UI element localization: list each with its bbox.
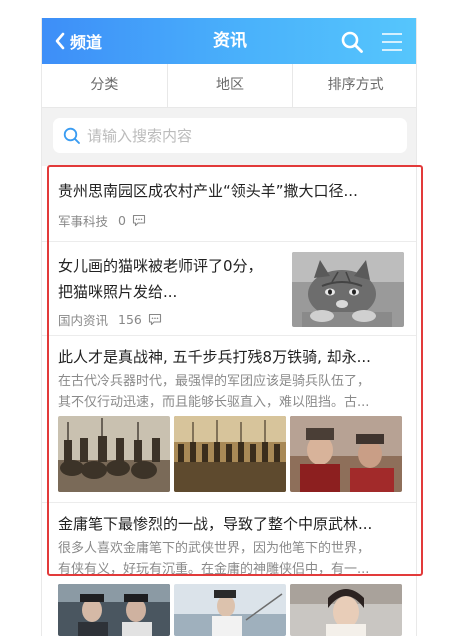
comment-count: 0 — [118, 212, 126, 228]
news-source: 国内资讯 — [58, 312, 109, 328]
news-summary-line: 有侠有义，好玩有沉重。在金庸的神雕侠侣中，有一... — [58, 562, 370, 577]
menu-icon — [382, 33, 402, 51]
news-title: 金庸笔下最惨烈的一战，导致了整个中原武林... — [58, 515, 373, 533]
swordsman-photo — [174, 584, 286, 636]
cat-photo — [292, 252, 404, 327]
filter-bar: 分类 地区 排序方式 — [42, 64, 416, 108]
news-feed: 贵州思南园区成农村产业“领头羊”撒大口径... 军事科技 0 女儿画的猫咪被老师… — [42, 166, 416, 636]
search-icon — [341, 31, 363, 53]
filter-category[interactable]: 分类 — [42, 64, 168, 107]
search-icon — [63, 127, 80, 144]
news-summary-line: 其不仅行动迅速，而且能够长驱直入，难以阻挡。古... — [58, 395, 370, 410]
comment-count: 156 — [118, 311, 142, 327]
news-title: 此人才是真战神, 五千步兵打残8万铁骑, 却永... — [58, 348, 371, 366]
comment-icon — [132, 214, 146, 226]
search-button[interactable] — [340, 30, 364, 54]
search-input[interactable] — [87, 126, 387, 145]
army-photo — [174, 416, 286, 492]
top-bar: 频道 资讯 — [42, 18, 416, 64]
news-item[interactable]: 金庸笔下最惨烈的一战，导致了整个中原武林... 很多人喜欢金庸笔下的武侠世界，因… — [42, 503, 416, 636]
cavalry-photo — [58, 416, 170, 492]
actress-photo — [290, 584, 402, 636]
phone-screen: 频道 资讯 分类 地区 排序方式 请输入搜索内容 贵州思南园区成农村产业“领头羊… — [41, 18, 417, 636]
filter-sort[interactable]: 排序方式 — [293, 64, 416, 107]
chevron-left-icon — [55, 32, 65, 50]
comment-icon — [148, 313, 161, 325]
news-meta: 军事科技 0 — [58, 210, 146, 230]
news-meta: 国内资讯 156 — [58, 309, 162, 329]
search-box[interactable] — [53, 118, 407, 153]
news-summary-line: 在古代冷兵器时代，最强悍的军团应该是骑兵队伍了， — [58, 374, 371, 389]
warrior-photo — [290, 416, 402, 492]
news-item[interactable]: 此人才是真战神, 五千步兵打残8万铁骑, 却永... 在古代冷兵器时代，最强悍的… — [42, 336, 416, 503]
filter-region[interactable]: 地区 — [168, 64, 294, 107]
search-area — [42, 108, 416, 166]
news-item[interactable]: 贵州思南园区成农村产业“领头羊”撒大口径... 军事科技 0 — [42, 166, 416, 242]
news-title: 贵州思南园区成农村产业“领头羊”撒大口径... — [58, 182, 358, 200]
back-label: 频道 — [70, 33, 103, 52]
wuxia-photo — [58, 584, 170, 636]
news-item[interactable]: 女儿画的猫咪被老师评了0分， 把猫咪照片发给... 国内资讯 156 — [42, 242, 416, 336]
news-title-line: 把猫咪照片发给... — [58, 283, 178, 301]
news-title-line: 女儿画的猫咪被老师评了0分， — [58, 257, 263, 275]
menu-button[interactable] — [380, 31, 404, 53]
news-summary-line: 很多人喜欢金庸笔下的武侠世界，因为他笔下的世界， — [58, 541, 371, 556]
news-source: 军事科技 — [58, 213, 109, 229]
back-button[interactable]: 频道 — [54, 18, 102, 64]
